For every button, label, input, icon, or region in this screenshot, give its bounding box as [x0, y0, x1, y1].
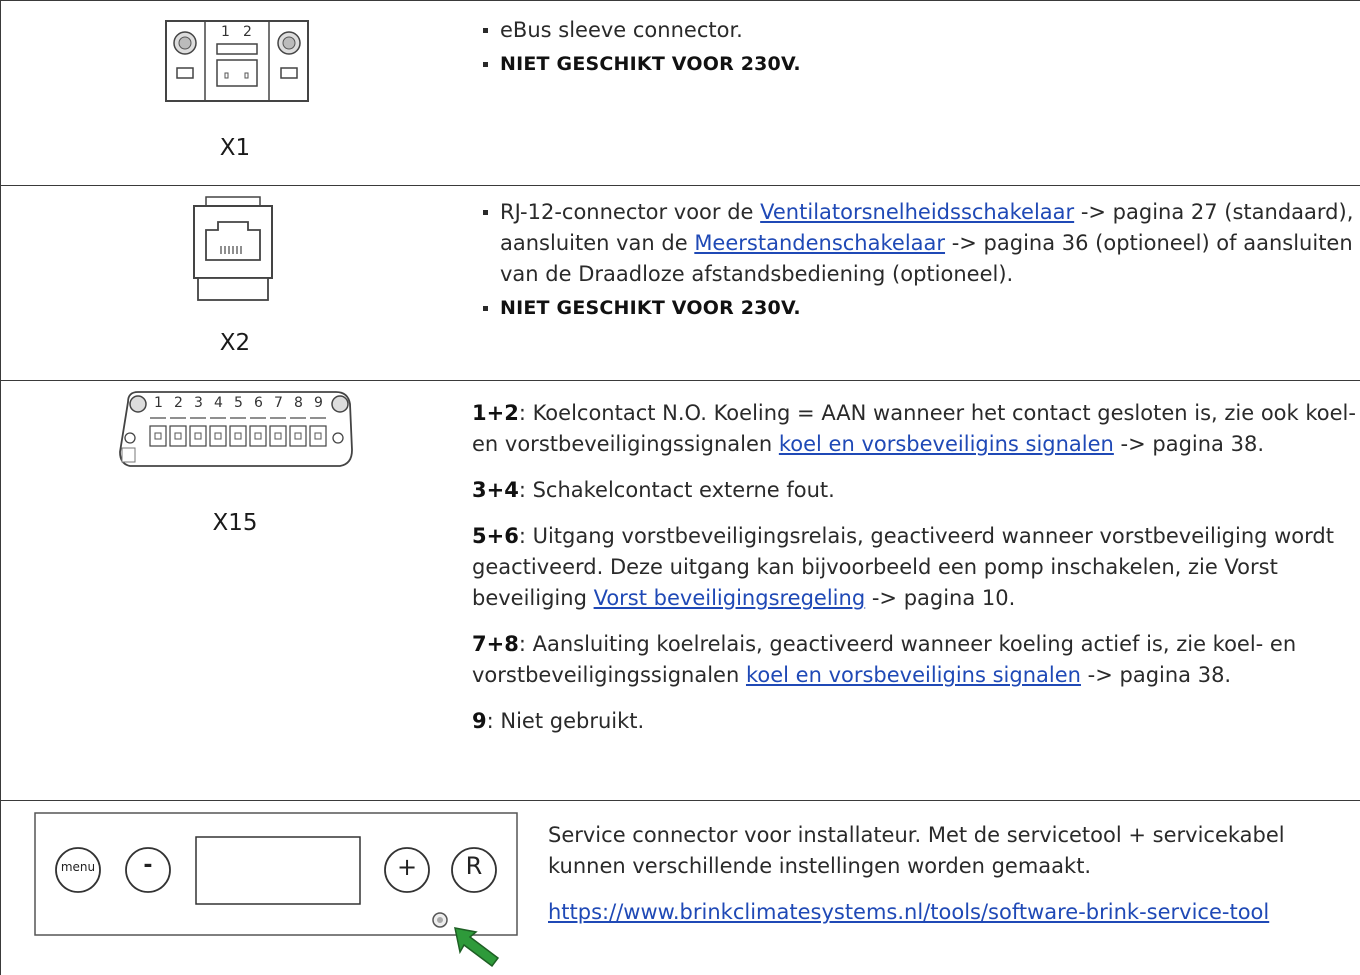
svg-text:2: 2 [243, 24, 252, 40]
plus-button[interactable]: + [385, 853, 429, 881]
x15-pin-number: 7 [274, 395, 283, 411]
x1-warning: NIET GESCHIKT VOOR 230V. [478, 49, 1348, 80]
x15-terminal [189, 425, 207, 447]
reset-button[interactable]: R [452, 852, 496, 880]
minus-button[interactable]: - [126, 853, 170, 878]
x1-desc: eBus sleeve connector. [478, 15, 1348, 46]
menu-button[interactable]: menu [56, 860, 100, 874]
service-connector-text: Service connector voor installateur. Met… [548, 823, 1285, 878]
link-meerstandenschakelaar[interactable]: Meerstandenschakelaar [694, 231, 945, 255]
x15-pin-number: 8 [294, 395, 303, 411]
x15-terminal [269, 425, 287, 447]
x15-item-1-2: 1+2: Koelcontact N.O. Koeling = AAN wann… [472, 401, 1356, 456]
svg-text:1: 1 [221, 24, 230, 40]
x15-terminal [289, 425, 307, 447]
x2-desc: RJ-12-connector voor de Ventilatorsnelhe… [478, 197, 1358, 290]
x2-rj12-icon [193, 196, 273, 301]
x15-pin-number: 6 [254, 395, 263, 411]
x15-terminal [149, 425, 167, 447]
x2-warning: NIET GESCHIKT VOOR 230V. [478, 293, 1358, 324]
x15-pin-number: 1 [154, 395, 163, 411]
x15-pin-number: 2 [174, 395, 183, 411]
x15-pin-number: 3 [194, 395, 203, 411]
x1-connector-icon: 1 2 [165, 20, 309, 102]
x15-item-7-8: 7+8: Aansluiting koelrelais, geactiveerd… [472, 632, 1297, 687]
x15-terminal [309, 425, 327, 447]
x15-pin-number: 5 [234, 395, 243, 411]
x15-caption: X15 [212, 510, 258, 536]
x15-item-3-4: 3+4: Schakelcontact externe fout. [472, 478, 835, 502]
link-koel-vorst-signalen-1[interactable]: koel en vorsbeveiligins signalen [779, 432, 1114, 456]
x15-pin-number: 9 [314, 395, 323, 411]
x15-terminal [169, 425, 187, 447]
x15-item-5-6: 5+6: Uitgang vorstbeveiligingsrelais, ge… [472, 524, 1334, 610]
x15-connector-icon: 123456789 [119, 391, 353, 467]
service-panel-illustration [34, 812, 518, 968]
x15-terminal [209, 425, 227, 447]
x15-pin-number: 4 [214, 395, 223, 411]
x15-terminal [249, 425, 267, 447]
service-tool-link[interactable]: https://www.brinkclimatesystems.nl/tools… [548, 900, 1269, 924]
x15-terminal [229, 425, 247, 447]
x1-caption: X1 [219, 135, 251, 161]
link-koel-vorst-signalen-2[interactable]: koel en vorsbeveiligins signalen [746, 663, 1081, 687]
link-vorst-beveiligingsregeling[interactable]: Vorst beveiligingsregeling [594, 586, 866, 610]
link-ventilatorsnelheidsschakelaar[interactable]: Ventilatorsnelheidsschakelaar [760, 200, 1074, 224]
x15-item-9: 9: Niet gebruikt. [472, 709, 645, 733]
x2-caption: X2 [219, 330, 251, 356]
